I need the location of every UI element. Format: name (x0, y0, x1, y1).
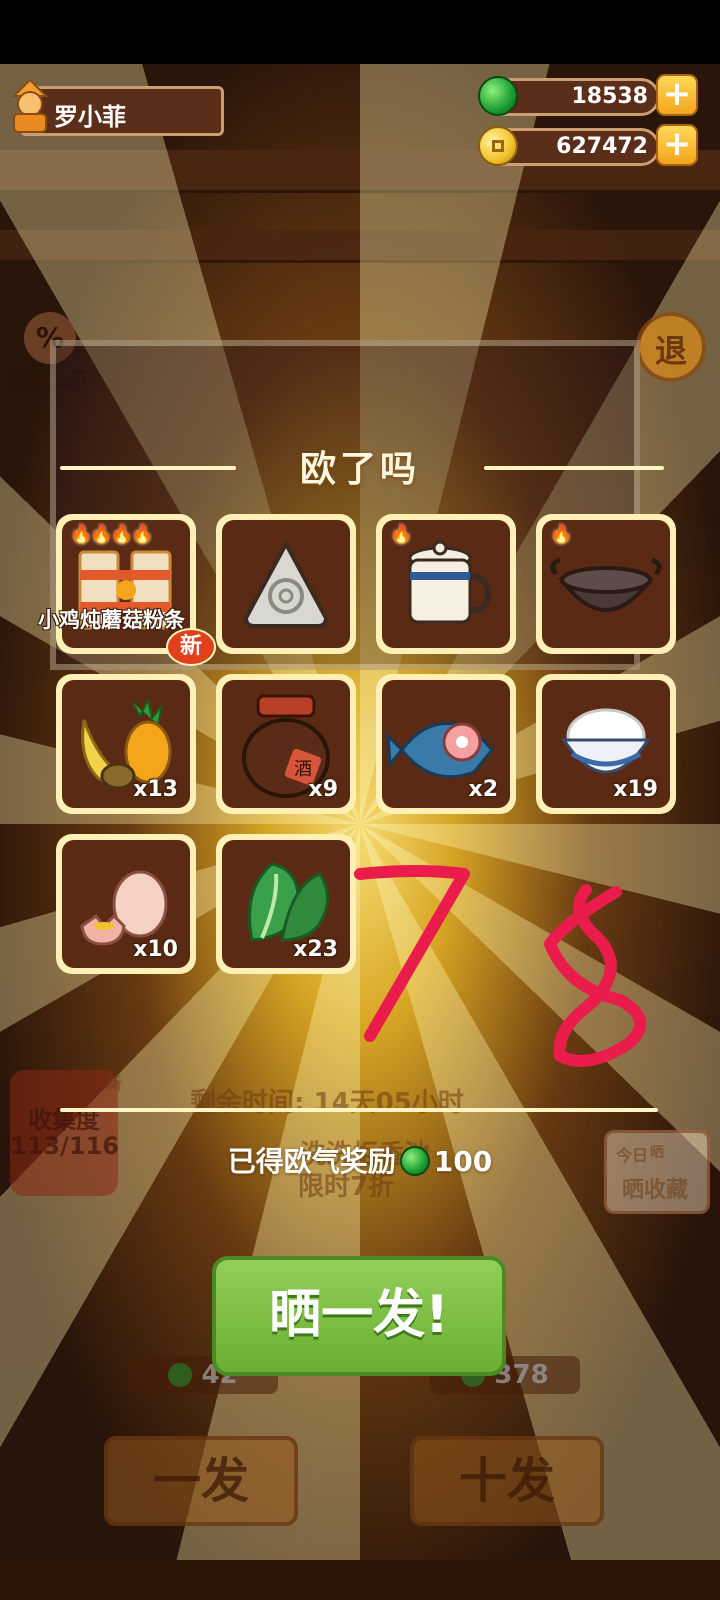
add-gold-button[interactable]: + (656, 124, 698, 166)
item-name: 小鸡炖蘑菇粉条 (38, 608, 185, 632)
share-button[interactable]: 晒一发! (212, 1256, 506, 1376)
reward-label: 已得欧气奖励 (227, 1145, 396, 1178)
add-jade-button[interactable]: + (656, 74, 698, 116)
player-avatar-icon[interactable] (4, 76, 56, 136)
reward-row: 已得欧气奖励 100 (0, 1140, 720, 1180)
item-card[interactable] (216, 514, 356, 654)
jade-amount: 18538 (571, 84, 648, 109)
item-card[interactable]: x23 (216, 834, 356, 974)
jade-coin-icon (399, 1146, 430, 1176)
item-card[interactable]: 酒 x9 (216, 674, 356, 814)
handwritten-eight: 8 (544, 884, 647, 1067)
rarity-flames: 🔥 (550, 524, 572, 545)
gold-amount: 627472 (556, 134, 648, 159)
item-quantity: x10 (133, 937, 178, 962)
item-card[interactable]: x19 (536, 674, 676, 814)
item-quantity: x9 (308, 777, 339, 802)
reward-value: 100 (433, 1145, 493, 1178)
item-card[interactable]: x2 (376, 674, 516, 814)
reward-divider (60, 1108, 658, 1112)
item-card[interactable]: x13 (56, 674, 196, 814)
item-quantity: x13 (133, 777, 178, 802)
time-left-text: 剩余时间: 14天05小时 (190, 1088, 464, 1118)
collection-label: 收集度 (28, 1106, 100, 1134)
rarity-flames: 🔥🔥🔥🔥 (70, 524, 154, 545)
handwritten-seven: 7 (354, 865, 470, 1042)
item-card[interactable]: x10 (56, 834, 196, 974)
exit-button[interactable]: 退 (636, 312, 706, 382)
item-card[interactable]: 🔥 (536, 514, 676, 654)
player-name: 罗小菲 (54, 103, 126, 131)
rarity-flames: 🔥 (390, 524, 412, 545)
status-bar (0, 0, 720, 64)
item-quantity: x23 (293, 937, 338, 962)
jade-coin-icon (168, 1363, 193, 1387)
rice-ball-icon (244, 542, 328, 628)
item-quantity: x19 (613, 777, 658, 802)
floor (0, 1560, 720, 1600)
ten-draw-button[interactable]: 十发 (410, 1436, 604, 1526)
collection-new-badge: 新 (106, 1074, 123, 1093)
popup-title: 欧了吗 (299, 449, 420, 490)
new-badge: 新 (166, 628, 216, 666)
single-draw-button[interactable]: 一发 (104, 1436, 298, 1526)
item-quantity: x2 (468, 777, 499, 802)
item-card[interactable]: 🔥 (376, 514, 516, 654)
